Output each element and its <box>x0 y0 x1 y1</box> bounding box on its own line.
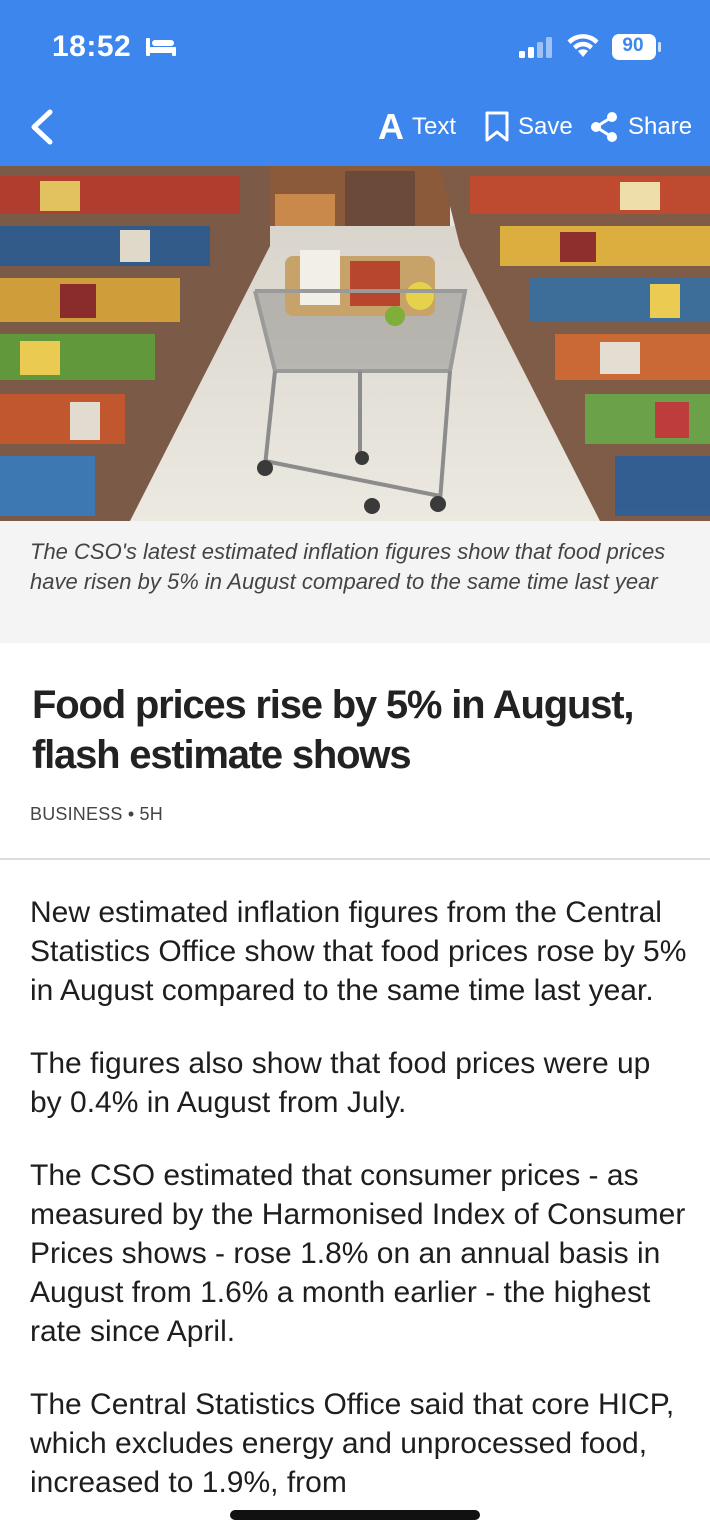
share-icon <box>591 112 617 142</box>
article-hero-image <box>0 166 710 521</box>
article-meta: BUSINESS • 5H <box>30 804 163 825</box>
signal-icon <box>519 37 552 58</box>
home-indicator[interactable] <box>230 1510 480 1520</box>
battery-level: 90 <box>622 35 644 56</box>
divider <box>0 858 710 860</box>
top-bar: 18:52 90 A Text Save Share <box>0 0 710 166</box>
status-bar: 18:52 90 <box>0 0 710 92</box>
image-caption: The CSO's latest estimated inflation fig… <box>30 539 666 594</box>
status-time: 18:52 <box>52 30 132 63</box>
back-button[interactable] <box>22 102 68 152</box>
article-category[interactable]: BUSINESS <box>30 804 123 824</box>
image-caption-box: The CSO's latest estimated inflation fig… <box>0 521 710 643</box>
share-button[interactable]: Share <box>588 104 692 150</box>
article-body: New estimated inflation figures from the… <box>30 893 690 1536</box>
save-button[interactable]: Save <box>484 104 573 150</box>
article-paragraph: New estimated inflation figures from the… <box>30 896 687 1007</box>
article-toolbar: A Text Save Share <box>0 92 710 166</box>
article-paragraph: The Central Statistics Office said that … <box>30 1388 675 1499</box>
bookmark-icon <box>485 111 509 142</box>
text-size-icon: A <box>378 106 404 147</box>
save-label: Save <box>518 113 573 140</box>
back-chevron-icon <box>31 109 53 145</box>
article-headline: Food prices rise by 5% in August, flash … <box>32 683 634 777</box>
text-size-button[interactable]: A Text <box>378 104 456 150</box>
wifi-icon <box>567 34 599 57</box>
article-paragraph: The figures also show that food prices w… <box>30 1047 651 1119</box>
share-label: Share <box>628 113 693 140</box>
text-size-label: Text <box>412 113 457 140</box>
article-age: 5H <box>139 804 163 824</box>
article-screen: 18:52 90 A Text Save Share The CSO's lat… <box>0 0 710 1536</box>
article-paragraph: The CSO estimated that consumer prices -… <box>30 1159 686 1348</box>
meta-separator: • <box>127 804 140 824</box>
bed-icon <box>146 38 176 56</box>
